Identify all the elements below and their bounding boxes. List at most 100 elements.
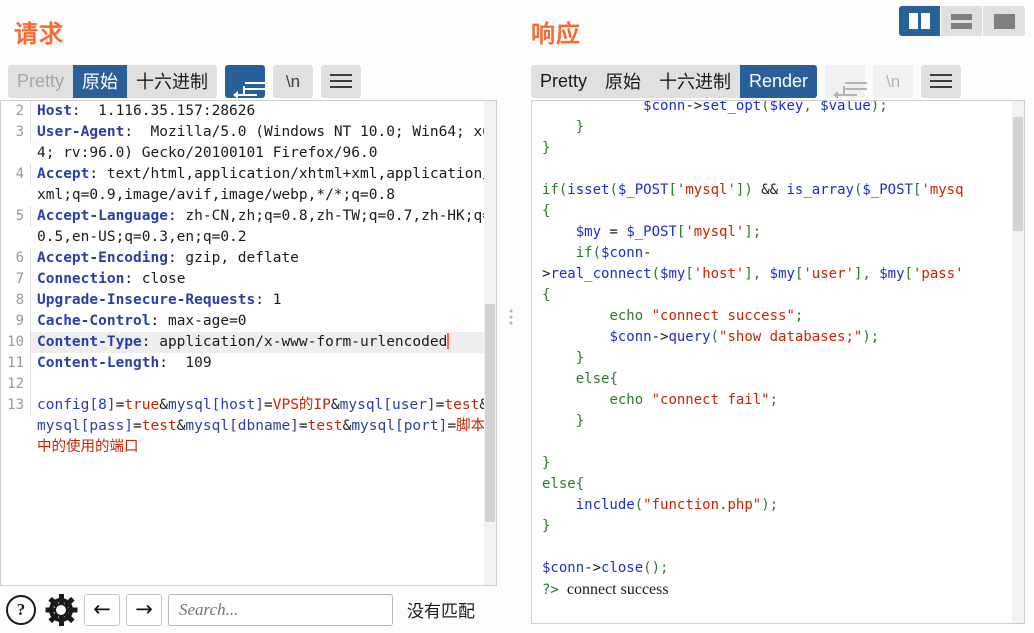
code-segment: Content-Type: [37, 334, 142, 350]
response-code-line: $my = $_POST['mysql'];: [542, 222, 1010, 243]
code-segment: [: [904, 266, 913, 282]
response-show-newlines-button[interactable]: \n: [873, 64, 914, 98]
search-input-wrapper[interactable]: [168, 593, 393, 626]
code-segment: ];: [744, 224, 762, 240]
code-segment: isset: [567, 182, 610, 198]
layout-split-horizontal-button[interactable]: [941, 6, 983, 36]
response-code-line: $conn->query("show databases;");: [542, 327, 1010, 348]
request-show-newlines-button[interactable]: \n: [273, 64, 314, 98]
response-code-line: $conn->set_opt($key, $value);: [542, 101, 1010, 117]
response-code-line: {: [542, 285, 1010, 306]
search-prev-button[interactable]: ←: [84, 593, 120, 626]
code-segment: query: [668, 329, 711, 345]
request-code-line: 10 Content-Type: application/x-www-form-u…: [1, 332, 496, 353]
code-segment: mysql[pass]: [37, 418, 134, 434]
code-segment: (: [634, 497, 644, 513]
request-code-line: 12: [1, 374, 496, 395]
request-vertical-scrollbar[interactable]: [484, 101, 496, 585]
code-segment: Content-Length: [37, 355, 160, 371]
settings-button[interactable]: [44, 593, 78, 627]
request-code-area[interactable]: 2 Host: 1.116.35.157:28626 3 User-Agent: Mo…: [1, 101, 496, 585]
code-segment: $my: [879, 266, 905, 282]
request-code-line: 9 Cache-Control: max-age=0: [1, 311, 496, 332]
help-button[interactable]: ?: [4, 593, 38, 627]
line-number: 5: [1, 206, 31, 227]
code-segment: User-Agent: [37, 124, 125, 140]
response-code-line: >real_connect($my['host'], $my['user'], …: [542, 264, 1010, 285]
search-input[interactable]: [177, 598, 384, 621]
response-code-line: }: [542, 516, 1010, 537]
code-segment: $value: [820, 101, 871, 114]
code-segment: }: [542, 518, 551, 534]
layout-single-pane-button[interactable]: [983, 6, 1025, 36]
code-segment: $_POST: [626, 224, 677, 240]
tab-response-hex[interactable]: 十六进制: [650, 65, 740, 98]
code-segment: ->: [651, 329, 669, 345]
response-code-line: }: [542, 138, 1010, 159]
code-segment: {: [542, 287, 551, 303]
layout-split-vertical-button[interactable]: [899, 6, 941, 36]
code-segment: ],: [744, 266, 770, 282]
panel-splitter[interactable]: [505, 0, 517, 633]
code-segment: VPS的IP: [272, 397, 331, 413]
tab-request-pretty[interactable]: Pretty: [8, 65, 73, 98]
line-text: User-Agent: Mozilla/5.0 (Windows NT 10.0…: [31, 122, 496, 164]
response-code-area[interactable]: $conn->set_opt($key, $value); }} if(isset…: [532, 101, 1024, 623]
response-code-line: }: [542, 348, 1010, 369]
response-code-line: echo "connect success";: [542, 306, 1010, 327]
code-segment: =: [264, 397, 273, 413]
request-code-line: 3 User-Agent: Mozilla/5.0 (Windows NT 10.…: [1, 122, 496, 164]
code-segment: test: [141, 418, 177, 434]
line-text: Accept-Language: zh-CN,zh;q=0.8,zh-TW;q=…: [31, 206, 496, 248]
code-segment: test: [307, 418, 343, 434]
split-vertical-icon: [909, 13, 930, 29]
request-code-line: 11 Content-Length: 109: [1, 353, 496, 374]
search-match-status: 没有匹配: [407, 602, 475, 621]
request-code-line: 4 Accept: text/html,application/xhtml+xml…: [1, 164, 496, 206]
code-segment: : max-age=0: [150, 313, 247, 329]
request-scroll-thumb[interactable]: [485, 304, 495, 523]
tab-request-raw[interactable]: 原始: [73, 64, 128, 98]
line-number: 9: [1, 311, 31, 332]
tab-request-hex[interactable]: 十六进制: [127, 65, 217, 98]
response-code-line: else{: [542, 369, 1010, 390]
tab-response-pretty[interactable]: Pretty: [531, 65, 596, 98]
response-code-line: if($conn-: [542, 243, 1010, 264]
code-segment: else: [575, 371, 610, 387]
line-text: Host: 1.116.35.157:28626: [31, 101, 496, 122]
code-segment: true: [124, 397, 160, 413]
tab-response-raw[interactable]: 原始: [596, 65, 650, 98]
code-segment: : 1: [255, 292, 282, 308]
response-word-wrap-button[interactable]: [825, 64, 868, 99]
response-vertical-scrollbar[interactable]: [1012, 101, 1024, 623]
response-view-tabgroup: Pretty 原始 十六进制 Render: [531, 64, 818, 98]
code-segment: $key: [769, 101, 804, 114]
code-segment: config[8]: [37, 397, 116, 413]
code-segment: else: [542, 476, 576, 492]
tab-response-render[interactable]: Render: [740, 64, 818, 98]
line-number: 11: [1, 353, 31, 374]
hamburger-icon: [330, 74, 353, 88]
request-word-wrap-button[interactable]: [225, 64, 268, 99]
code-segment: {: [542, 203, 551, 219]
code-segment: Connection: [37, 271, 125, 287]
response-scroll-thumb[interactable]: [1013, 116, 1023, 232]
code-segment: );: [761, 497, 779, 513]
code-segment: $conn: [542, 560, 585, 576]
code-segment: $conn: [601, 245, 644, 261]
response-render-view[interactable]: $conn->set_opt($key, $value); }} if(isset…: [531, 100, 1025, 624]
code-segment: : application/x-www-form-urlencoded: [141, 334, 448, 350]
request-editor[interactable]: 2 Host: 1.116.35.157:28626 3 User-Agent: Mo…: [0, 100, 497, 586]
request-menu-button[interactable]: [321, 64, 362, 98]
search-next-button[interactable]: →: [126, 593, 162, 626]
code-segment: (: [651, 266, 661, 282]
line-text: Content-Type: application/x-www-form-url…: [31, 332, 496, 353]
response-menu-button[interactable]: [921, 64, 962, 98]
code-segment: $conn: [609, 329, 652, 345]
